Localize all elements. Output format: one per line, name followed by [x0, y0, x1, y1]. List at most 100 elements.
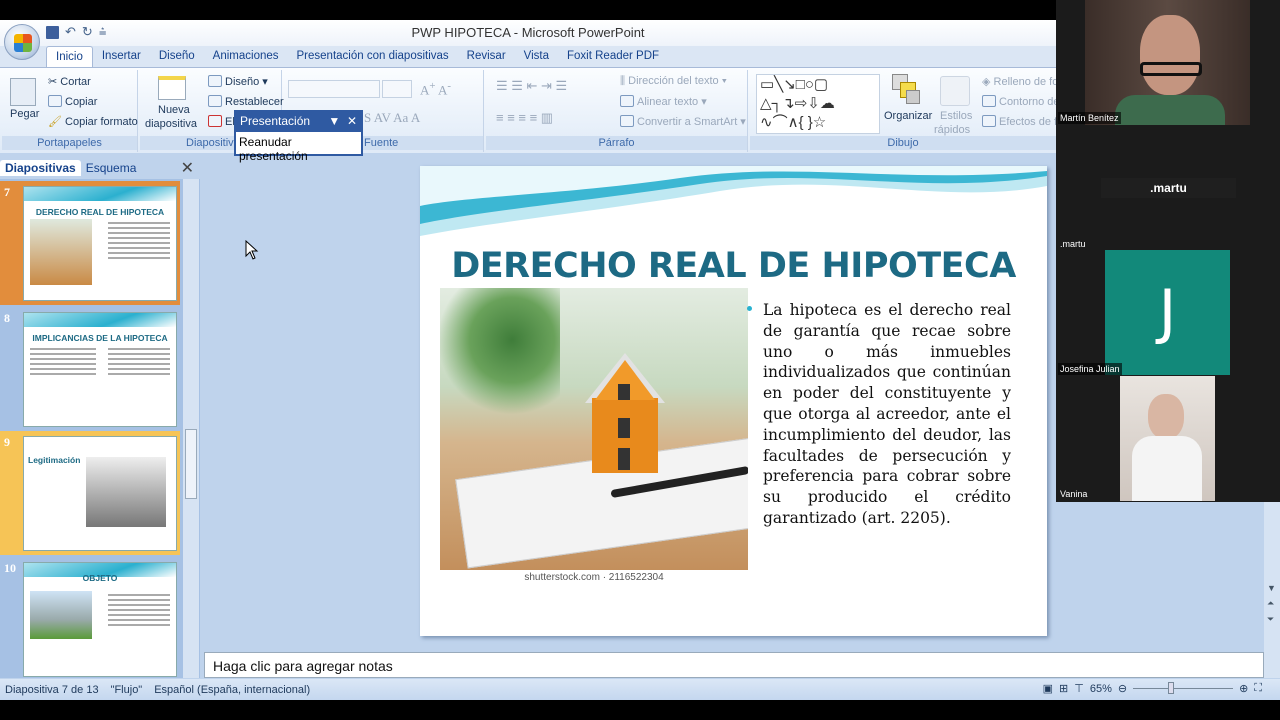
arrange-button[interactable]: Organizar [884, 110, 932, 122]
slide-title[interactable]: DERECHO REAL DE HIPOTECA [420, 246, 1047, 286]
smartart-icon [620, 115, 634, 127]
new-slide-button[interactable]: diapositiva [145, 118, 197, 130]
resume-presentation-item[interactable]: Reanudar presentación [236, 132, 361, 166]
list-icons[interactable]: ☰ ☰ ⇤ ⇥ ☰ [496, 78, 567, 94]
slide-header-wave [420, 166, 1047, 236]
house-icon [585, 353, 665, 473]
quick-styles-button[interactable]: rápidos [934, 124, 970, 136]
close-panel-icon[interactable]: ✕ [181, 158, 194, 178]
zoom-in-icon[interactable]: ⊕ [1239, 682, 1248, 695]
shape-outline-button[interactable]: Contorno de [982, 95, 1060, 108]
format-painter-button[interactable]: 🖌 Copiar formato [48, 115, 138, 128]
thumbnails-scrollbar[interactable] [183, 179, 199, 678]
tab-diseno[interactable]: Diseño [150, 46, 204, 68]
quick-styles-label[interactable]: Estilos [940, 110, 972, 122]
effects-icon [982, 115, 996, 127]
thumbnail-slide-7[interactable]: 7 DERECHO REAL DE HIPOTECA [0, 181, 180, 305]
participant-video-martin [1085, 0, 1250, 125]
notes-pane[interactable]: Haga clic para agregar notas [204, 652, 1264, 678]
participant-name: .martu [1060, 239, 1086, 249]
font-format-icons[interactable]: S AV Aa A [364, 110, 420, 126]
font-size-select[interactable] [382, 80, 412, 98]
tab-diapositivas[interactable]: Diapositivas [0, 160, 81, 176]
thumbnail-slide-8[interactable]: 8 IMPLICANCIAS DE LA HIPOTECA [0, 307, 180, 431]
paste-button[interactable]: Pegar [10, 108, 39, 120]
copy-icon [48, 95, 62, 107]
scissors-icon: ✂ [48, 76, 61, 88]
previous-slide-icon[interactable]: ⏶ [1267, 598, 1274, 609]
slide-number: 7 [4, 185, 10, 199]
ribbon-tabs: Inicio Insertar Diseño Animaciones Prese… [0, 46, 1056, 68]
tab-animaciones[interactable]: Animaciones [204, 46, 288, 68]
reset-button[interactable]: Restablecer [208, 95, 284, 108]
copy-button[interactable]: Copiar [48, 95, 97, 108]
align-text-label: Alinear texto [637, 96, 699, 108]
next-slide-icon[interactable]: ⏷ [1267, 614, 1274, 625]
popup-title: Presentación [240, 114, 311, 128]
office-button[interactable] [4, 24, 40, 60]
group-dibujo: ▭╲↘□○▢ △┐↴⇨⇩☁ ∿⌒∧{ }☆ Organizar Estilos rá… [750, 70, 1063, 152]
group-portapapeles: Pegar ✂ Cortar Copiar 🖌 Copiar formato P… [2, 70, 138, 152]
tab-revisar[interactable]: Revisar [458, 46, 515, 68]
popup-header: Presentación ▼ ✕ [236, 112, 361, 132]
ribbon: Pegar ✂ Cortar Copiar 🖌 Copiar formato P… [0, 67, 1063, 153]
tab-insertar[interactable]: Insertar [93, 46, 150, 68]
fit-window-icon[interactable]: ⛶ [1254, 682, 1262, 695]
participant-banner: .martu [1101, 178, 1236, 198]
slide-sorter-icon[interactable]: ⊞ [1059, 682, 1068, 695]
reset-label: Restablecer [225, 96, 284, 108]
grow-font-icon[interactable]: A+ A- [420, 80, 451, 98]
outline-label: Contorno de [999, 96, 1060, 108]
new-slide-label-1[interactable]: Nueva [158, 104, 190, 116]
align-text-button[interactable]: Alinear texto ▾ [620, 95, 707, 108]
reset-icon [208, 95, 222, 107]
office-logo-icon [14, 34, 32, 52]
group-label: Dibujo [750, 136, 1056, 150]
tab-foxit[interactable]: Foxit Reader PDF [558, 46, 668, 68]
zoom-slider[interactable] [1133, 682, 1234, 694]
text-direction-button[interactable]: ⫼ Dirección del texto ▾ [620, 75, 727, 88]
font-name-select[interactable] [288, 80, 380, 98]
slide-number: 9 [4, 435, 10, 449]
zoom-controls: ▣ ⊞ ⊤ 65% ⊖ ⊕ ⛶ [1043, 682, 1262, 695]
participant-name: Josefina Julian [1058, 363, 1122, 375]
zoom-out-icon[interactable]: ⊖ [1118, 682, 1127, 695]
participant-avatar: J [1105, 250, 1230, 375]
fill-label: Relleno de fo [993, 76, 1059, 88]
slide-body-text[interactable]: La hipoteca es el derecho real de garant… [763, 300, 1011, 529]
window-title: PWP HIPOTECA - Microsoft PowerPoint [411, 25, 645, 40]
layout-button[interactable]: Diseño ▾ [208, 75, 268, 88]
status-bar: Diapositiva 7 de 13 "Flujo" Español (Esp… [0, 679, 1280, 700]
video-call-panel: Martín Benítez .martu .martu J Josefina … [1056, 0, 1280, 502]
normal-view-icon[interactable]: ▣ [1043, 682, 1053, 695]
dropdown-icon[interactable]: ▼ [328, 114, 340, 128]
tab-presentacion[interactable]: Presentación con diapositivas [288, 46, 458, 68]
language[interactable]: Español (España, internacional) [154, 684, 310, 696]
smartart-label: Convertir a SmartArt [637, 116, 738, 128]
thumbnail-slide-9[interactable]: 9 Legitimación [0, 431, 180, 555]
thumbnail-title: DERECHO REAL DE HIPOTECA [35, 207, 165, 217]
thumbnail-slide-10[interactable]: 10 OBJETO [0, 557, 180, 678]
slide-number: 10 [4, 561, 16, 575]
current-slide[interactable]: DERECHO REAL DE HIPOTECA shutterstock.co… [420, 166, 1047, 636]
slideshow-icon[interactable]: ⊤ [1074, 682, 1084, 695]
shape-effects-button[interactable]: Efectos de fo [982, 115, 1063, 128]
align-icons[interactable]: ≡ ≡ ≡ ≡ ▥ [496, 110, 553, 126]
close-icon[interactable]: ✕ [347, 114, 357, 128]
slide-thumbnails: 7 DERECHO REAL DE HIPOTECA 8 IMPLICANCIA… [0, 179, 200, 678]
mouse-cursor-icon [245, 240, 259, 260]
smartart-button[interactable]: Convertir a SmartArt ▾ [620, 115, 746, 128]
bullet-icon [747, 306, 752, 311]
layout-icon [208, 75, 222, 87]
zoom-level[interactable]: 65% [1090, 683, 1112, 695]
shapes-gallery[interactable]: ▭╲↘□○▢ △┐↴⇨⇩☁ ∿⌒∧{ }☆ [756, 74, 880, 134]
theme-name: "Flujo" [110, 683, 143, 696]
tab-inicio[interactable]: Inicio [46, 46, 93, 68]
tab-vista[interactable]: Vista [515, 46, 558, 68]
cut-button[interactable]: ✂ Cortar [48, 75, 91, 88]
presentation-popup: Presentación ▼ ✕ Reanudar presentación [234, 110, 363, 163]
shape-fill-button[interactable]: ◈ Relleno de fo [982, 75, 1058, 88]
scroll-down-icon[interactable]: ▼ [1267, 583, 1276, 593]
tab-esquema[interactable]: Esquema [81, 160, 142, 176]
delete-button[interactable]: El [208, 115, 235, 128]
